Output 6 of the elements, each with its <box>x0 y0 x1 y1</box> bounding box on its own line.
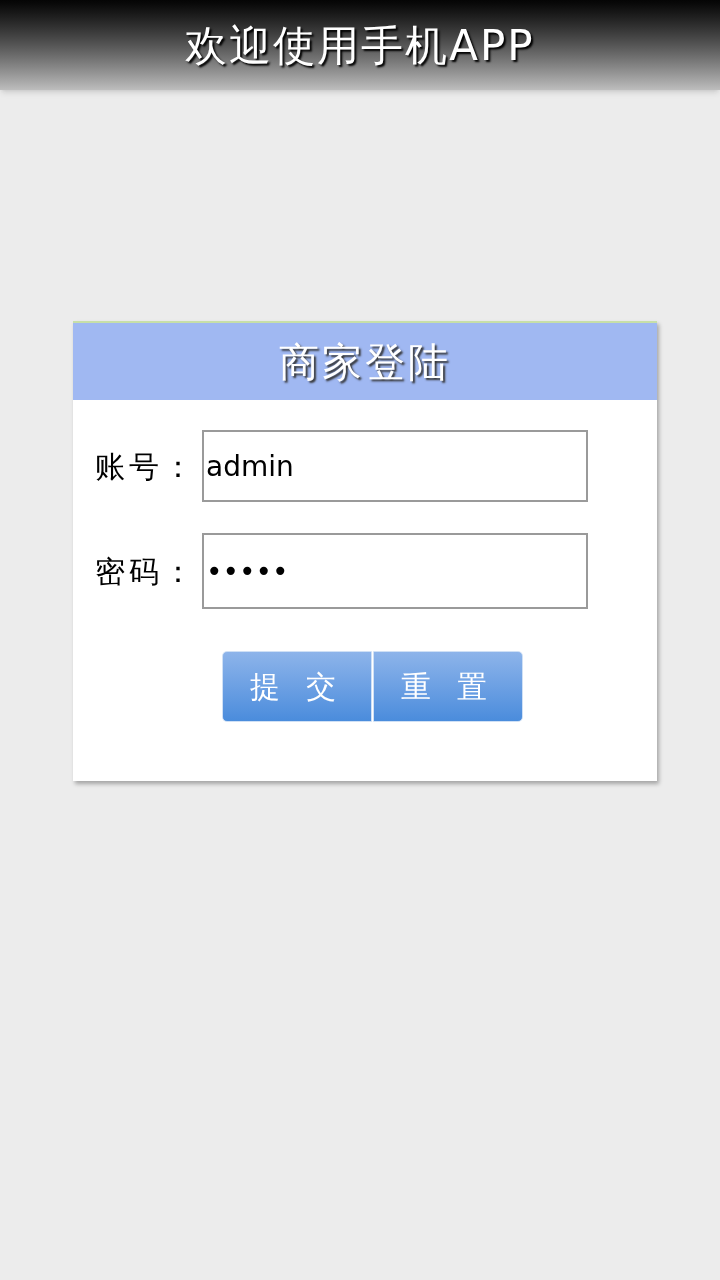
input-field[interactable]: admin <box>202 430 588 502</box>
card-title: 商家登陆 <box>279 337 451 387</box>
input-field[interactable]: ••••• <box>202 533 588 609</box>
field-label: 账号： <box>95 447 198 486</box>
app-title: 欢迎使用手机APP <box>185 19 535 72</box>
field-label: 密码： <box>95 552 198 591</box>
